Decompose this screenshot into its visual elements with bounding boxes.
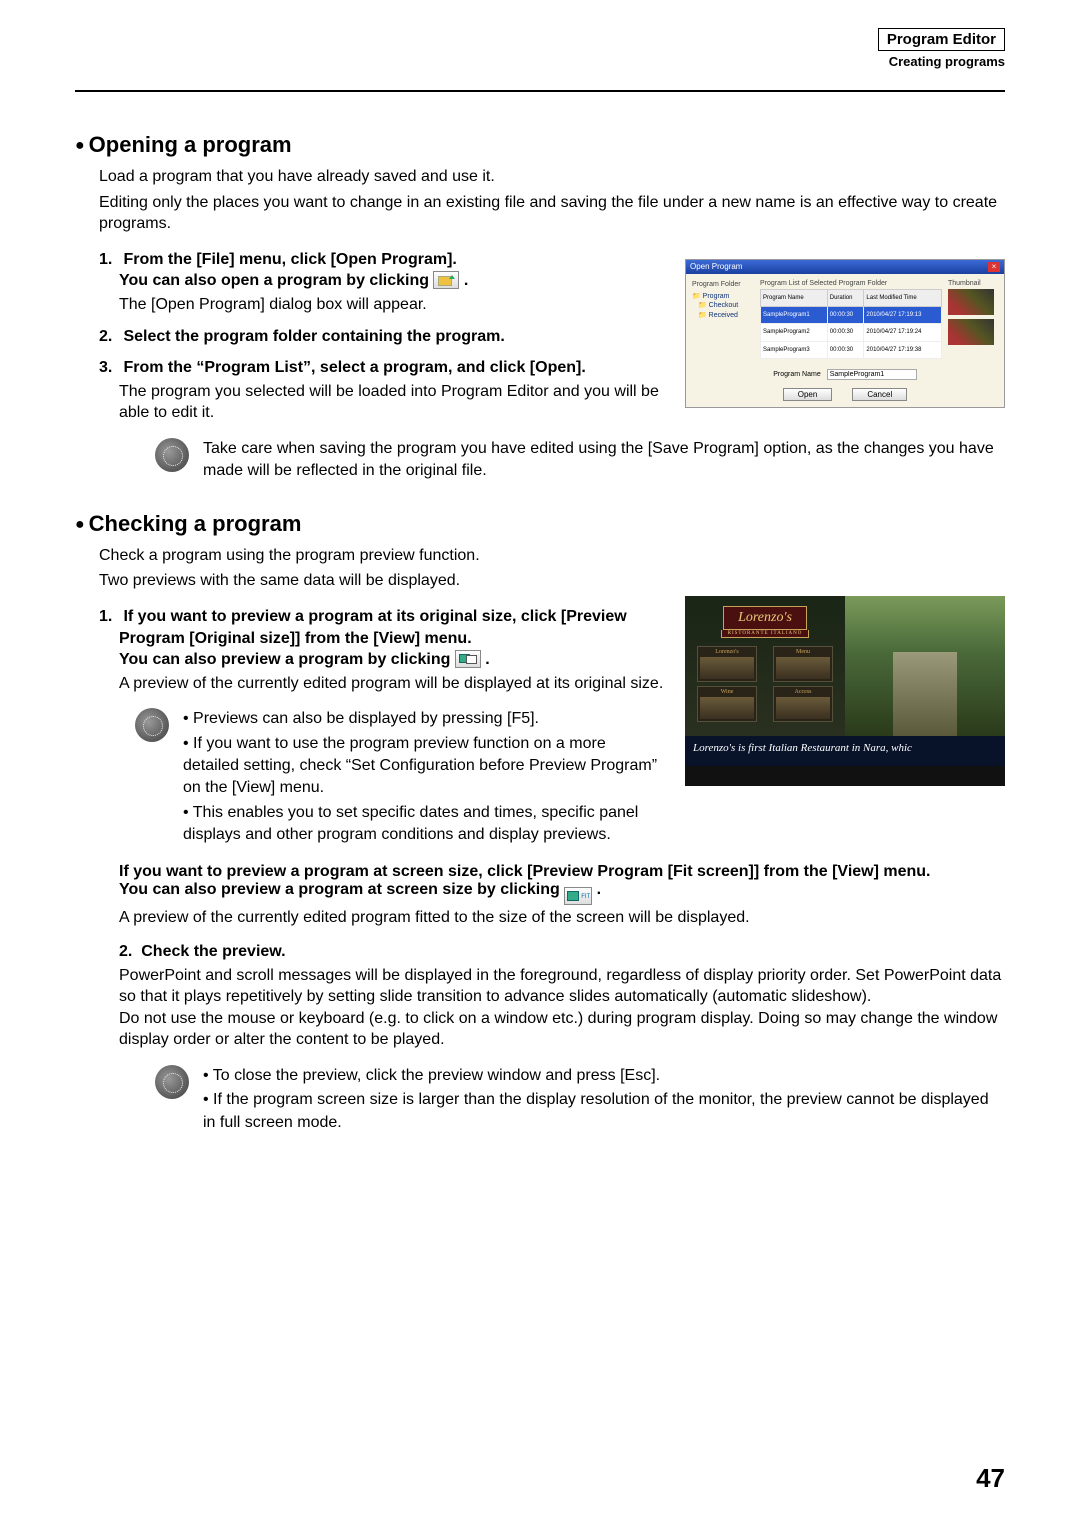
note-icon (155, 438, 189, 472)
tree-item[interactable]: Checkout (692, 301, 754, 311)
checking-step-1: If you want to preview a program at its … (119, 606, 665, 694)
dialog-title: Open Program (690, 262, 742, 271)
checking-step-2: 2. Check the preview. (119, 943, 1005, 961)
thumbnail-label: Thumbnail (948, 280, 998, 287)
open-program-dialog: Open Program × Program Folder Program Ch… (685, 259, 1005, 408)
tree-item[interactable]: Received (692, 311, 754, 321)
checking-note-1: Previews can also be displayed by pressi… (183, 708, 665, 848)
fit-step: If you want to preview a program at scre… (119, 863, 1005, 905)
tree-item[interactable]: Program (692, 292, 754, 302)
checking-intro-2: Two previews with the same data will be … (99, 570, 1005, 592)
preview-thumb: Access (773, 686, 833, 722)
table-row[interactable]: SampleProgram2 00:00:30 2010/04/27 17:19… (761, 324, 942, 341)
preview-caption: Lorenzo's is first Italian Restaurant in… (685, 736, 1005, 766)
opening-note: Take care when saving the program you ha… (203, 438, 1005, 483)
checking-step-2-body: PowerPoint and scroll messages will be d… (119, 965, 1005, 1051)
checking-note-2: To close the preview, click the preview … (203, 1065, 1005, 1136)
section-title-opening: Opening a program (75, 132, 1005, 158)
name-label: Program Name (773, 371, 820, 378)
table-row[interactable]: SampleProgram1 00:00:30 2010/04/27 17:19… (761, 307, 942, 324)
program-list-table: Program Name Duration Last Modified Time… (760, 289, 942, 359)
opening-step-2: Select the program folder containing the… (119, 326, 665, 348)
preview-thumb: Lorenzo's (697, 646, 757, 682)
preview-thumb: Wine (697, 686, 757, 722)
list-label: Program List of Selected Program Folder (760, 280, 942, 287)
tree-label: Program Folder (692, 280, 754, 290)
thumbnail-preview (948, 319, 994, 345)
preview-fit-icon: FIT (564, 887, 592, 905)
program-name-input[interactable] (827, 369, 917, 380)
page-number: 47 (976, 1463, 1005, 1494)
horizontal-rule (75, 90, 1005, 92)
open-button[interactable]: Open (783, 388, 833, 401)
program-preview-image: Lorenzo's RISTORANTE ITALIANO Lorenzo's … (685, 596, 1005, 786)
opening-step-1: From the [File] menu, click [Open Progra… (119, 249, 665, 316)
fit-body: A preview of the currently edited progra… (119, 909, 1005, 927)
col-header: Duration (827, 289, 864, 306)
open-program-icon (433, 271, 459, 289)
close-icon[interactable]: × (988, 262, 1000, 272)
col-header: Last Modified Time (864, 289, 942, 306)
note-icon (135, 708, 169, 742)
preview-photo (845, 596, 1005, 736)
section-title-checking: Checking a program (75, 511, 1005, 537)
page-header: Program Editor Creating programs (878, 28, 1005, 69)
col-header: Program Name (761, 289, 828, 306)
preview-logo-sub: RISTORANTE ITALIANO (721, 630, 810, 638)
header-category: Program Editor (878, 28, 1005, 51)
preview-thumb: Menu (773, 646, 833, 682)
table-row[interactable]: SampleProgram3 00:00:30 2010/04/27 17:19… (761, 341, 942, 358)
header-subcategory: Creating programs (878, 54, 1005, 69)
cancel-button[interactable]: Cancel (852, 388, 907, 401)
preview-logo: Lorenzo's (723, 606, 807, 630)
opening-intro-2: Editing only the places you want to chan… (99, 192, 1005, 235)
thumbnail-preview (948, 289, 994, 315)
checking-intro-1: Check a program using the program previe… (99, 545, 1005, 567)
preview-original-icon (455, 650, 481, 668)
opening-step-3: From the “Program List”, select a progra… (119, 357, 665, 424)
opening-intro-1: Load a program that you have already sav… (99, 166, 1005, 188)
note-icon (155, 1065, 189, 1099)
